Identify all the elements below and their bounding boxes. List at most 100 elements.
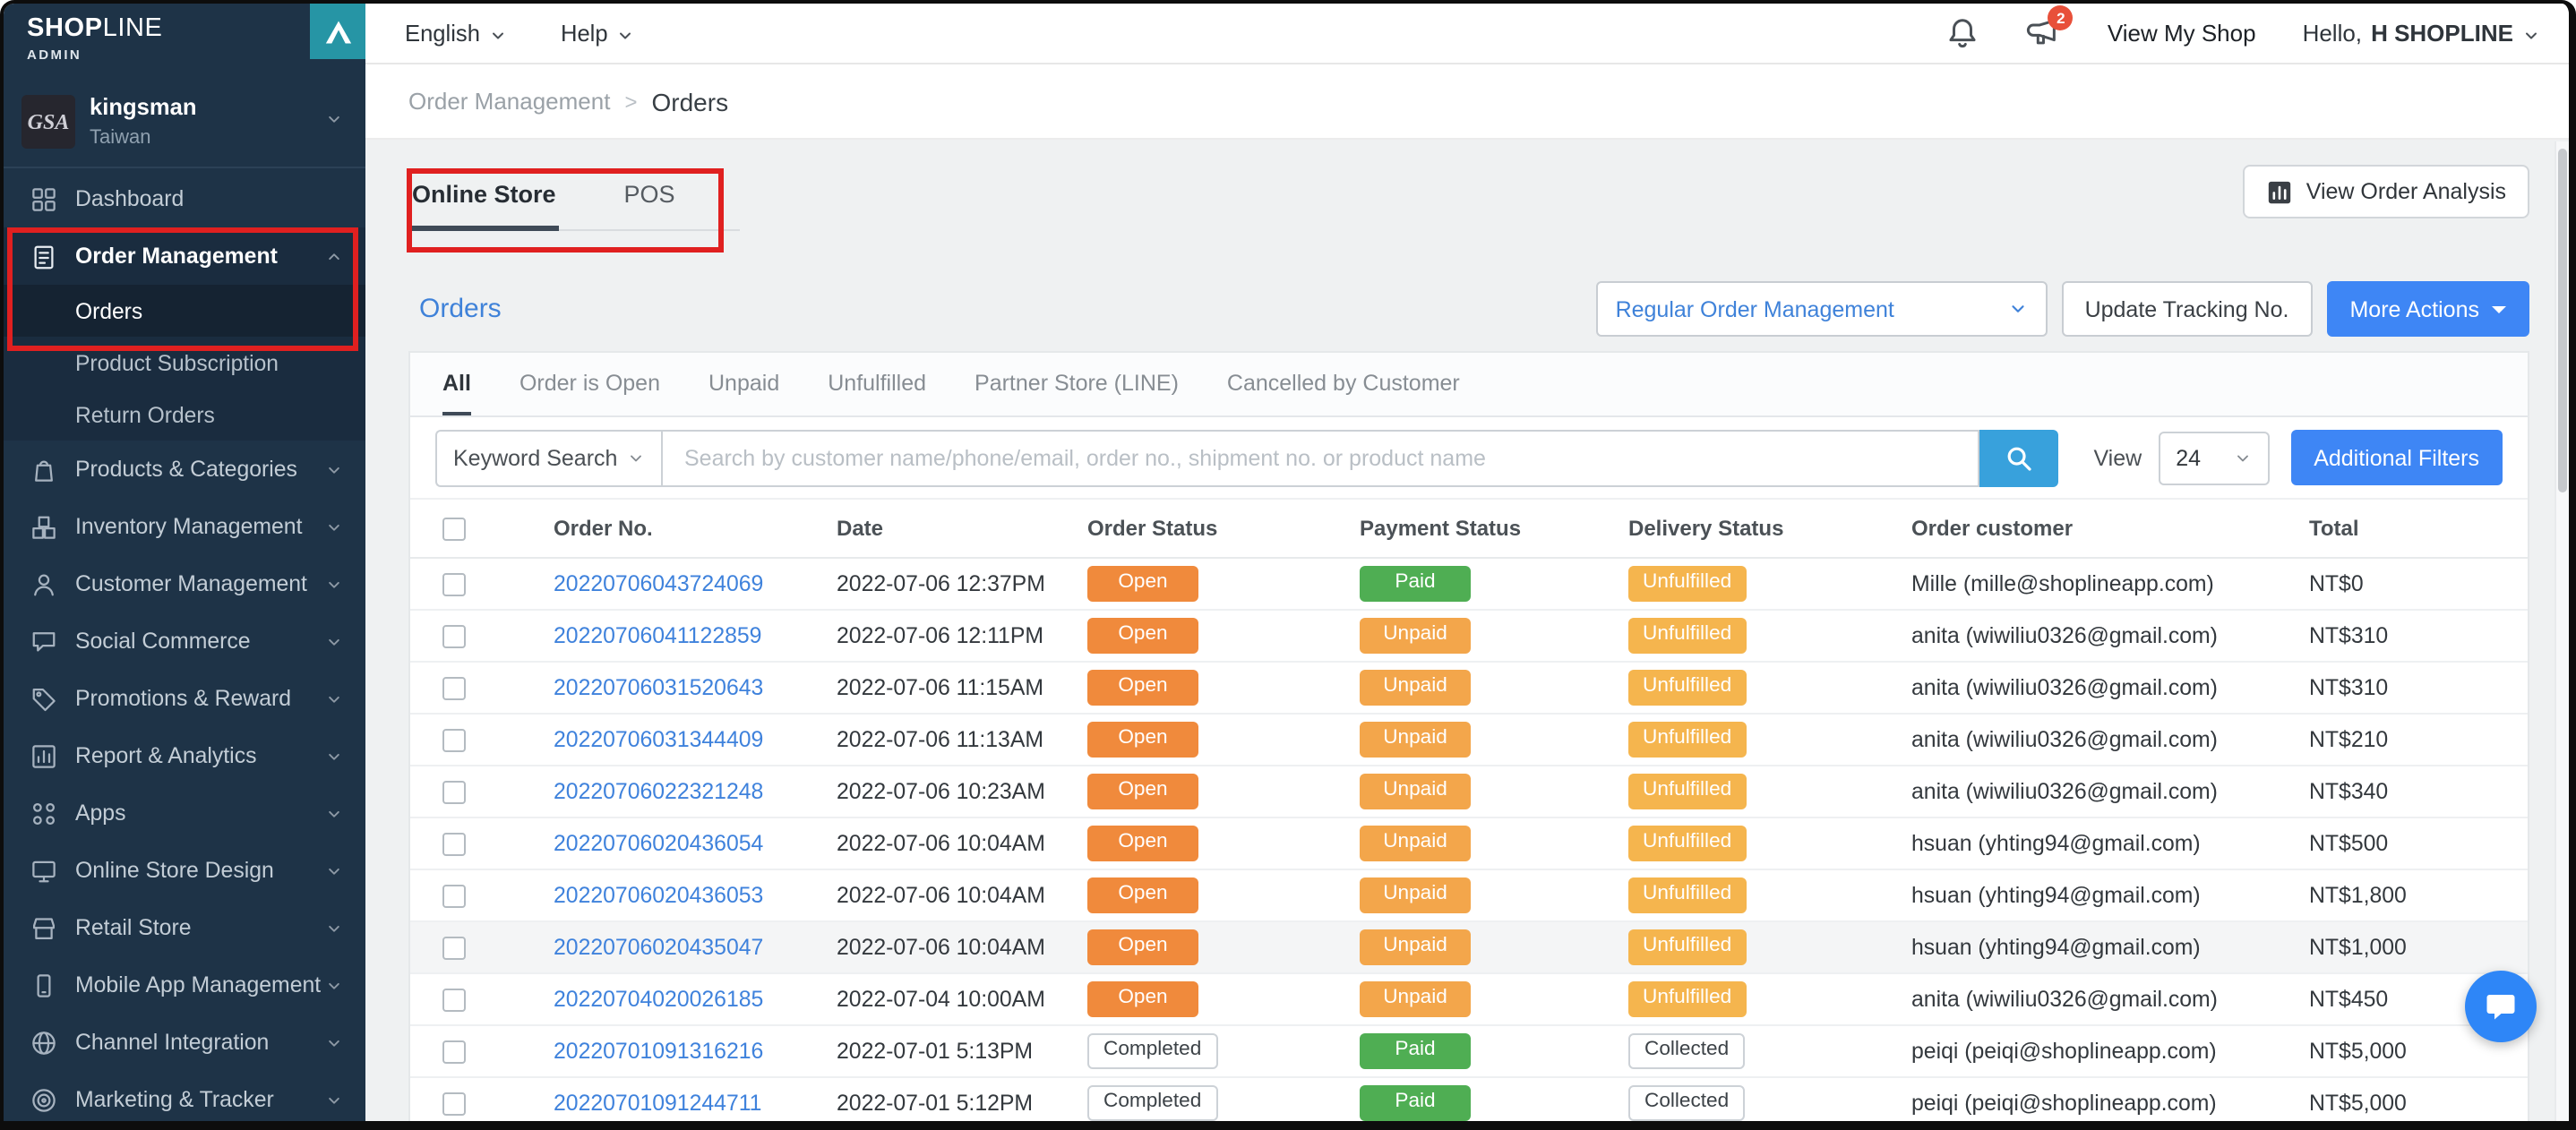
breadcrumb-parent[interactable]: Order Management — [408, 88, 610, 115]
order-number-link[interactable]: 20220706020436053 — [554, 883, 763, 908]
greeting-prefix: Hello, — [2303, 20, 2363, 47]
workspace-region: Taiwan — [90, 126, 324, 148]
filter-tab-order-is-open[interactable]: Order is Open — [519, 353, 660, 415]
order-number-link[interactable]: 20220704020026185 — [554, 987, 763, 1012]
account-menu[interactable]: Hello, H SHOPLINE — [2303, 20, 2540, 47]
order-status-cell: Completed — [1055, 1034, 1327, 1069]
column-header-order-no: Order No. — [521, 516, 804, 541]
order-number-cell: 20220704020026185 — [521, 987, 804, 1012]
delivery-status-badge: Collected — [1628, 1086, 1745, 1121]
notifications-bell-icon[interactable] — [1946, 16, 1980, 50]
row-checkbox[interactable] — [442, 1040, 466, 1064]
sidebar-item-promotions-reward[interactable]: Promotions & Reward — [4, 670, 365, 727]
language-menu[interactable]: English — [405, 20, 507, 47]
order-number-link[interactable]: 20220706020435047 — [554, 935, 763, 960]
live-chat-button[interactable] — [2465, 971, 2537, 1042]
announcements-megaphone-icon[interactable]: 2 — [2027, 16, 2061, 50]
store-tab-online-store[interactable]: Online Store — [408, 165, 560, 231]
filter-tab-partner-store-line[interactable]: Partner Store (LINE) — [975, 353, 1179, 415]
order-number-link[interactable]: 20220706020436054 — [554, 831, 763, 856]
row-checkbox[interactable] — [442, 1092, 466, 1116]
order-number-link[interactable]: 20220706031520643 — [554, 675, 763, 700]
sidebar-subitem-orders[interactable]: Orders — [4, 285, 365, 337]
sidebar-item-channel-integration[interactable]: Channel Integration — [4, 1014, 365, 1071]
order-number-link[interactable]: 20220706031344409 — [554, 727, 763, 752]
delivery-status-badge: Unfulfilled — [1628, 826, 1746, 861]
view-my-shop-link[interactable]: View My Shop — [2108, 20, 2256, 47]
sidebar-item-inventory-management[interactable]: Inventory Management — [4, 498, 365, 555]
order-total: NT$500 — [2277, 831, 2528, 856]
chevron-down-icon — [324, 803, 344, 823]
row-checkbox[interactable] — [442, 625, 466, 648]
order-status-cell: Open — [1055, 723, 1327, 758]
sidebar-item-products-categories[interactable]: Products & Categories — [4, 441, 365, 498]
order-number-link[interactable]: 20220701091316216 — [554, 1039, 763, 1064]
row-checkbox[interactable] — [442, 729, 466, 752]
sidebar-item-label: Customer Management — [75, 571, 324, 596]
sidebar-subitem-return-orders[interactable]: Return Orders — [4, 389, 365, 441]
keyword-search-mode-select[interactable]: Keyword Search — [435, 429, 661, 486]
order-management-mode-select[interactable]: Regular Order Management — [1596, 281, 2048, 337]
row-checkbox[interactable] — [442, 573, 466, 596]
sidebar-subitem-product-subscription[interactable]: Product Subscription — [4, 337, 365, 389]
row-checkbox[interactable] — [442, 833, 466, 856]
logo-text-primary: SHOP — [27, 14, 103, 43]
shopline-admin-window: SHOPLINE ADMIN GSA kingsman Taiwan Dashb… — [0, 0, 2576, 1130]
sidebar-item-label: Social Commerce — [75, 629, 324, 654]
order-status-badge: Open — [1087, 878, 1198, 913]
help-menu[interactable]: Help — [561, 20, 635, 47]
page-size-select[interactable]: 24 — [2158, 431, 2269, 484]
order-status-cell: Open — [1055, 878, 1327, 913]
workspace-switcher[interactable]: GSA kingsman Taiwan — [4, 75, 365, 168]
breadcrumb-current: Orders — [652, 87, 729, 116]
chevron-up-icon — [324, 246, 344, 266]
store-tab-pos[interactable]: POS — [621, 165, 679, 231]
order-number-link[interactable]: 20220706043724069 — [554, 571, 763, 596]
column-header-payment-status: Payment Status — [1327, 516, 1596, 541]
row-checkbox[interactable] — [442, 989, 466, 1012]
sidebar-item-label: Dashboard — [75, 186, 344, 211]
order-number-link[interactable]: 20220706041122859 — [554, 623, 761, 648]
chevron-down-icon — [324, 746, 344, 766]
sidebar-item-mobile-app-management[interactable]: Mobile App Management — [4, 956, 365, 1014]
delivery-status-cell: Unfulfilled — [1596, 619, 1879, 654]
filter-tab-unfulfilled[interactable]: Unfulfilled — [828, 353, 926, 415]
sidebar-item-customer-management[interactable]: Customer Management — [4, 555, 365, 612]
row-checkbox[interactable] — [442, 937, 466, 960]
row-checkbox[interactable] — [442, 677, 466, 700]
search-button[interactable] — [1979, 429, 2057, 486]
sidebar-item-marketing-tracker[interactable]: Marketing & Tracker — [4, 1071, 365, 1121]
row-checkbox[interactable] — [442, 781, 466, 804]
retail-icon — [30, 914, 57, 941]
row-checkbox[interactable] — [442, 885, 466, 908]
additional-filters-button[interactable]: Additional Filters — [2290, 430, 2503, 485]
sidebar-item-social-commerce[interactable]: Social Commerce — [4, 612, 365, 670]
order-number-link[interactable]: 20220701091244711 — [554, 1091, 761, 1116]
order-date: 2022-07-06 11:15AM — [804, 675, 1055, 700]
filter-tab-all[interactable]: All — [442, 353, 471, 415]
search-icon — [2004, 443, 2032, 472]
search-input[interactable] — [661, 429, 1979, 486]
sidebar-item-retail-store[interactable]: Retail Store — [4, 899, 365, 956]
sidebar-item-label: Channel Integration — [75, 1030, 324, 1055]
sidebar-item-dashboard[interactable]: Dashboard — [4, 170, 365, 227]
sidebar-item-online-store-design[interactable]: Online Store Design — [4, 842, 365, 899]
order-number-cell: 20220706031344409 — [521, 727, 804, 752]
order-number-link[interactable]: 20220706022321248 — [554, 779, 763, 804]
sidebar-item-order-management[interactable]: Order Management — [4, 227, 365, 285]
scrollbar-thumb[interactable] — [2558, 149, 2567, 492]
view-order-analysis-button[interactable]: View Order Analysis — [2244, 165, 2529, 218]
payment-status-cell: Unpaid — [1327, 723, 1596, 758]
update-tracking-button[interactable]: Update Tracking No. — [2062, 281, 2313, 337]
filter-tab-cancelled-by-customer[interactable]: Cancelled by Customer — [1227, 353, 1460, 415]
select-all-checkbox[interactable] — [442, 518, 466, 541]
vertical-scrollbar[interactable] — [2555, 141, 2569, 1121]
sidebar-item-apps[interactable]: Apps — [4, 784, 365, 842]
sidebar-item-report-analytics[interactable]: Report & Analytics — [4, 727, 365, 784]
more-actions-button[interactable]: More Actions — [2326, 281, 2529, 337]
row-checkbox-cell — [410, 675, 521, 700]
order-status-cell: Open — [1055, 982, 1327, 1017]
row-checkbox-cell — [410, 831, 521, 856]
filter-tab-unpaid[interactable]: Unpaid — [708, 353, 779, 415]
row-checkbox-cell — [410, 727, 521, 752]
